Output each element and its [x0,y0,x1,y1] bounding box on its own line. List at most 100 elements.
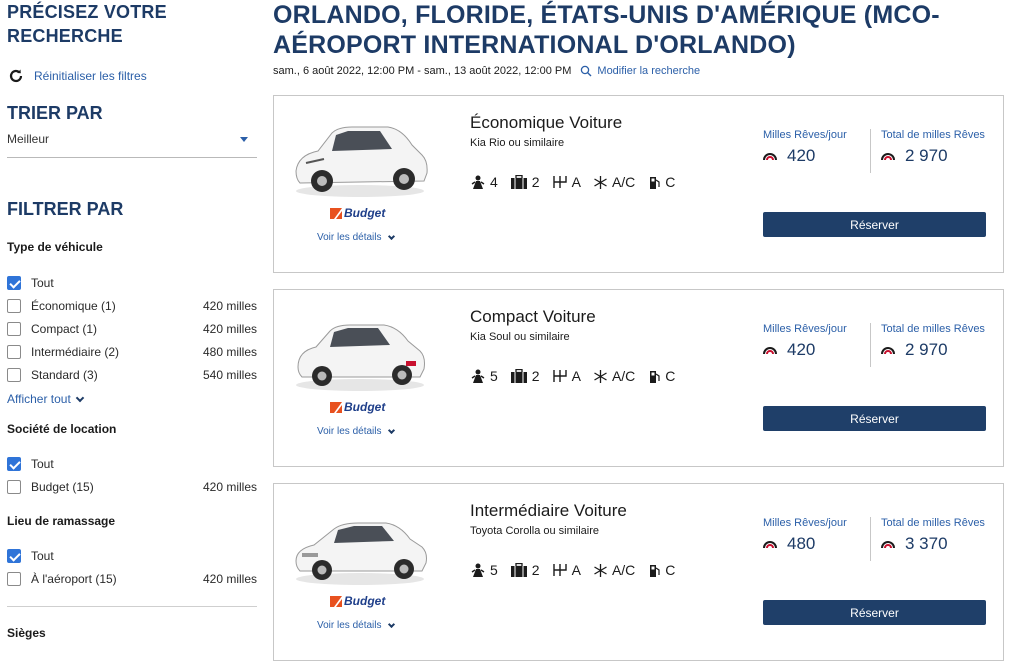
fuel-value: C [665,562,676,578]
rental-company-option[interactable]: Tout [7,452,257,475]
gearshift-icon [552,564,567,576]
option-label: À l'aéroport (15) [31,571,117,586]
reserve-button[interactable]: Réserver [763,406,986,431]
rental-company-option[interactable]: Budget (15) 420 milles [7,475,257,498]
option-label: Tout [31,548,54,563]
reset-filters-label: Réinitialiser les filtres [34,69,147,83]
snowflake-icon [594,175,607,189]
brand-logo: Budget [330,400,385,414]
view-details-link[interactable]: Voir les détails [317,620,396,631]
show-all-link[interactable]: Afficher tout [7,392,257,406]
vehicle-type-options: Tout Économique (1) 420 milles Compact (… [7,271,257,386]
option-count: 420 milles [202,298,257,313]
transmission-feature: A [552,174,581,190]
reserve-button[interactable]: Réserver [763,212,986,237]
refresh-icon [9,69,23,83]
fuel-feature: C [647,174,675,190]
fuel-value: C [665,174,676,190]
checkbox[interactable] [7,344,21,359]
checkbox[interactable] [7,321,21,336]
car-image [295,522,427,585]
seats-count: 5 [490,368,498,384]
vehicle-type-option[interactable]: Économique (1) 420 milles [7,294,257,317]
car-category: Compact Voiture [470,307,596,326]
checkbox[interactable] [7,479,21,494]
total-miles-value: 2 970 [905,146,948,165]
checkbox[interactable] [7,456,21,471]
person-icon [471,175,485,189]
checkbox[interactable] [7,571,21,586]
page-title-line2: AÉROPORT INTERNATIONAL D'ORLANDO) [273,31,796,59]
miles-icon [881,153,895,161]
miles-per-day: Milles Rêves/jour 480 [763,517,871,561]
option-label: Compact (1) [31,321,98,336]
ac-feature: A/C [593,562,635,578]
seats-feature: 4 [470,174,498,190]
view-details-label: Voir les détails [317,232,382,243]
miles-icon [763,153,777,161]
reserve-button[interactable]: Réserver [763,600,986,625]
brand-logo: Budget [330,206,385,220]
total-miles-label: Total de milles Rêves [881,517,985,529]
brand-name: Budget [344,206,386,220]
pickup-option[interactable]: Tout [7,544,257,567]
chevron-down-icon [388,426,396,434]
snowflake-icon [594,369,607,383]
fuel-feature: C [647,562,675,578]
bags-count: 2 [531,174,540,190]
search-icon [581,65,592,77]
pickup-option[interactable]: À l'aéroport (15) 420 milles [7,567,257,590]
modify-search-link[interactable]: Modifier la recherche [597,65,700,77]
transmission-value: A [571,562,581,578]
bags-feature: 2 [510,562,540,578]
miles-per-day-label: Milles Rêves/jour [763,129,847,141]
checkbox[interactable] [7,548,21,563]
option-count: 420 milles [202,571,257,586]
gearshift-icon [552,176,567,188]
bags-feature: 2 [510,174,540,190]
option-count: 480 milles [202,344,257,359]
transmission-value: A [571,368,581,384]
brand-logo: Budget [330,594,385,608]
checkbox[interactable] [7,298,21,313]
seats-count: 5 [490,562,498,578]
sort-select[interactable]: Meilleur [7,132,257,158]
seats-count: 4 [490,174,498,190]
ac-feature: A/C [593,174,635,190]
option-count: 540 milles [202,367,257,382]
vehicle-type-option[interactable]: Standard (3) 540 milles [7,363,257,386]
bags-feature: 2 [510,368,540,384]
car-card: Budget Voir les détails Compact Voiture … [273,289,1004,467]
results-header: ORLANDO, FLORIDE, ÉTATS-UNIS D'AMÉRIQUE … [273,0,1008,77]
miles-icon [763,541,777,549]
miles-per-day: Milles Rêves/jour 420 [763,129,871,173]
view-details-link[interactable]: Voir les détails [317,232,396,243]
option-count: 420 milles [202,479,257,494]
total-miles-value: 2 970 [905,340,948,359]
option-label: Économique (1) [31,298,116,313]
vehicle-type-option[interactable]: Compact (1) 420 milles [7,317,257,340]
fuel-feature: C [647,368,675,384]
chevron-down-icon [388,232,396,240]
vehicle-type-option[interactable]: Tout [7,271,257,294]
rental-company-options: Tout Budget (15) 420 milles [7,452,257,498]
seats-feature: 5 [470,368,498,384]
view-details-link[interactable]: Voir les détails [317,426,396,437]
checkbox[interactable] [7,367,21,382]
vehicle-type-title: Type de véhicule [7,240,103,254]
checkbox[interactable] [7,275,21,290]
search-summary: sam., 6 août 2022, 12:00 PM - sam., 13 a… [273,65,1008,77]
fuel-value: C [665,368,676,384]
bags-count: 2 [531,562,540,578]
car-category: Intermédiaire Voiture [470,501,627,520]
caret-down-icon [240,137,248,142]
budget-logo-icon [330,207,342,219]
miles-per-day-value: 420 [787,146,816,165]
car-model: Kia Soul ou similaire [470,331,570,343]
view-details-label: Voir les détails [317,426,382,437]
miles-pricing: Milles Rêves/jour 420 Total de milles Rê… [763,129,1005,173]
reset-filters-link[interactable]: Réinitialiser les filtres [7,66,257,86]
miles-per-day-value: 420 [787,340,816,359]
ac-value: A/C [611,368,636,384]
vehicle-type-option[interactable]: Intermédiaire (2) 480 milles [7,340,257,363]
